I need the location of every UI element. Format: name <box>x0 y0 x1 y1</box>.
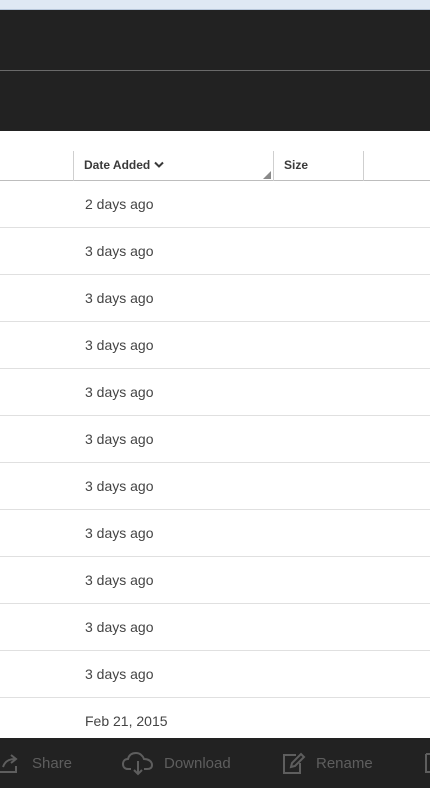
cloud-download-icon <box>122 750 154 776</box>
table-row[interactable]: 3 days ago <box>0 604 430 651</box>
column-header-date-added[interactable]: Date Added <box>73 151 274 181</box>
date-added-cell: 3 days ago <box>85 337 154 353</box>
top-navigation-bar <box>0 10 430 70</box>
share-label: Share <box>32 754 73 772</box>
more-actions-button[interactable] <box>424 738 430 788</box>
share-button[interactable]: Share <box>0 738 72 788</box>
table-row[interactable]: 3 days ago <box>0 322 430 369</box>
date-added-cell: 3 days ago <box>85 384 154 400</box>
table-row[interactable]: 3 days ago <box>0 416 430 463</box>
table-row[interactable]: 2 days ago <box>0 181 430 228</box>
file-list: 2 days ago 3 days ago 3 days ago 3 days ago… <box>0 181 430 745</box>
table-row[interactable]: 3 days ago <box>0 510 430 557</box>
table-row[interactable]: 3 days ago <box>0 557 430 604</box>
rename-button[interactable]: Rename <box>282 738 373 788</box>
date-added-cell: 2 days ago <box>85 196 154 212</box>
download-label: Download <box>164 754 231 772</box>
rename-label: Rename <box>316 754 373 772</box>
date-added-cell: 3 days ago <box>85 666 154 682</box>
date-added-cell: 3 days ago <box>85 478 154 494</box>
chevron-down-icon <box>154 158 164 172</box>
file-browser-window: Date Added Size 2 days ago 3 days ago 3 da… <box>0 0 430 788</box>
document-icon <box>424 751 430 775</box>
column-header-size[interactable]: Size <box>274 151 364 181</box>
table-row[interactable]: 3 days ago <box>0 369 430 416</box>
date-added-label-text: Date Added <box>84 158 151 172</box>
secondary-header-bar <box>0 71 430 131</box>
date-added-cell: 3 days ago <box>85 572 154 588</box>
edit-icon <box>282 751 306 775</box>
download-button[interactable]: Download <box>122 738 231 788</box>
column-header-size-label: Size <box>284 158 309 172</box>
date-added-cell: 3 days ago <box>85 431 154 447</box>
date-added-cell: Feb 21, 2015 <box>85 713 168 729</box>
column-resize-handle[interactable] <box>263 171 271 179</box>
date-added-cell: 3 days ago <box>85 619 154 635</box>
window-top-strip <box>0 0 430 10</box>
table-row[interactable]: 3 days ago <box>0 275 430 322</box>
column-header-date-added-label: Date Added <box>84 158 164 173</box>
table-header: Date Added Size <box>0 131 430 181</box>
share-icon <box>0 751 22 775</box>
table-row[interactable]: 3 days ago <box>0 228 430 275</box>
date-added-cell: 3 days ago <box>85 290 154 306</box>
bottom-toolbar: Share Download Rename <box>0 738 430 788</box>
table-row[interactable]: 3 days ago <box>0 463 430 510</box>
date-added-cell: 3 days ago <box>85 243 154 259</box>
date-added-cell: 3 days ago <box>85 525 154 541</box>
table-row[interactable]: 3 days ago <box>0 651 430 698</box>
